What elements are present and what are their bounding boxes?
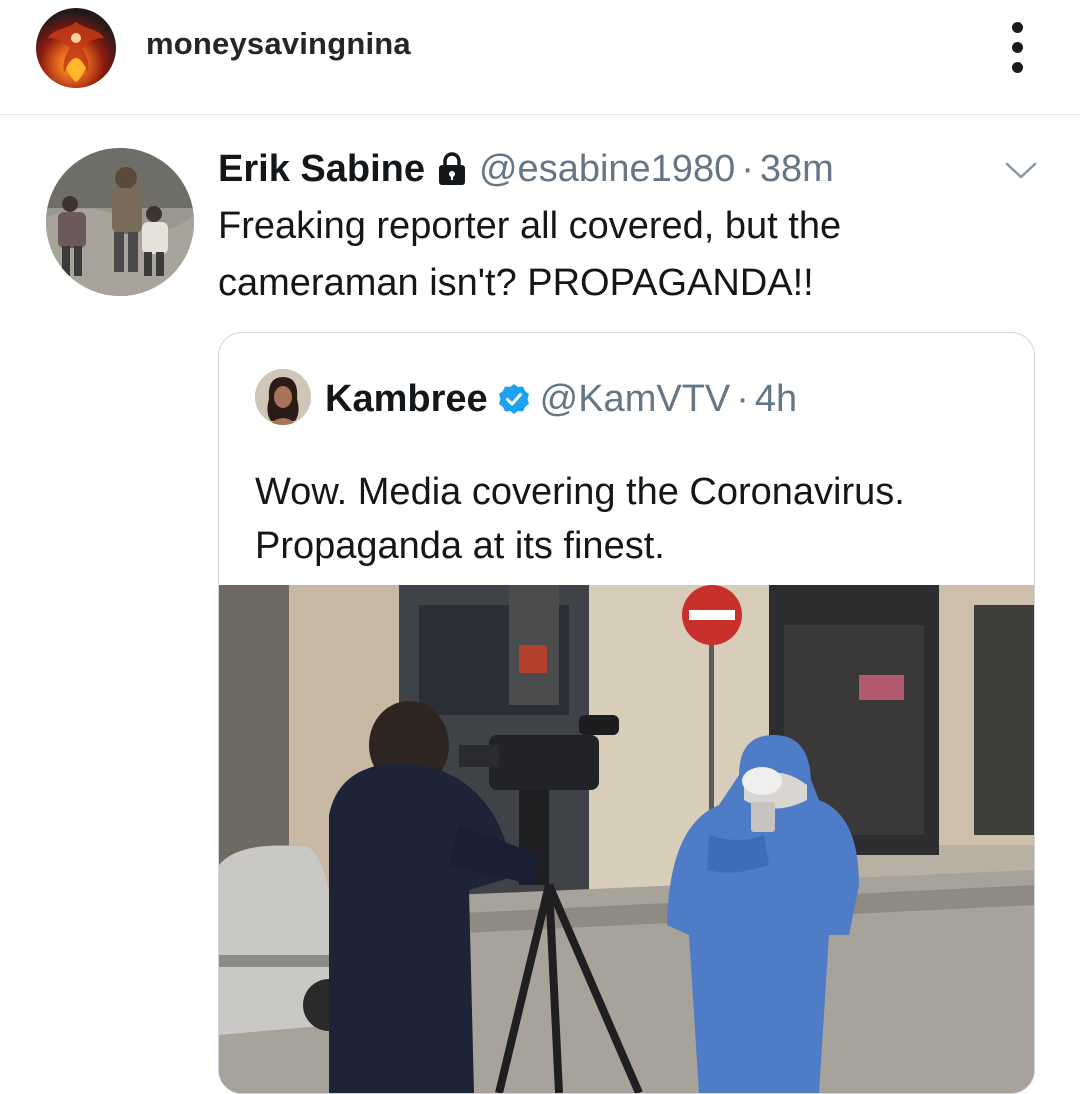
profile-avatar[interactable] bbox=[36, 8, 116, 88]
quoted-tweet-media-photo[interactable] bbox=[219, 585, 1034, 1093]
quoted-author-handle[interactable]: @KamVTV bbox=[540, 378, 731, 421]
tweet-header: Erik Sabine @esabine1980 · 38m bbox=[218, 144, 834, 194]
separator-dot: · bbox=[736, 377, 749, 420]
chevron-down-icon[interactable] bbox=[1003, 158, 1039, 182]
quoted-author-name[interactable]: Kambree bbox=[325, 378, 488, 421]
instagram-username[interactable]: moneysavingnina bbox=[146, 26, 411, 62]
verified-badge-icon bbox=[498, 383, 530, 415]
tweet-text: Freaking reporter all covered, but the c… bbox=[218, 205, 842, 304]
quoted-tweet-timestamp[interactable]: 4h bbox=[755, 378, 797, 421]
tweet-author-avatar[interactable] bbox=[46, 148, 194, 296]
tweet-author-name[interactable]: Erik Sabine bbox=[218, 148, 425, 191]
lock-icon bbox=[437, 152, 467, 186]
quoted-author-avatar[interactable] bbox=[255, 369, 311, 425]
separator-dot: · bbox=[741, 147, 754, 190]
quoted-tweet-text: Wow. Media covering the Coronavirus. Pro… bbox=[255, 471, 905, 567]
tweet-timestamp[interactable]: 38m bbox=[760, 148, 834, 191]
instagram-post-header: moneysavingnina bbox=[0, 0, 1080, 115]
quoted-tweet-header: Kambree @KamVTV · 4h bbox=[325, 373, 797, 425]
quoted-tweet-card[interactable]: Kambree @KamVTV · 4h Wow. Media covering… bbox=[218, 332, 1035, 1094]
more-options-icon[interactable] bbox=[1000, 20, 1036, 76]
tweet-author-handle[interactable]: @esabine1980 bbox=[479, 148, 735, 191]
tweet-card: Erik Sabine @esabine1980 · 38m Freaking … bbox=[0, 116, 1080, 1094]
